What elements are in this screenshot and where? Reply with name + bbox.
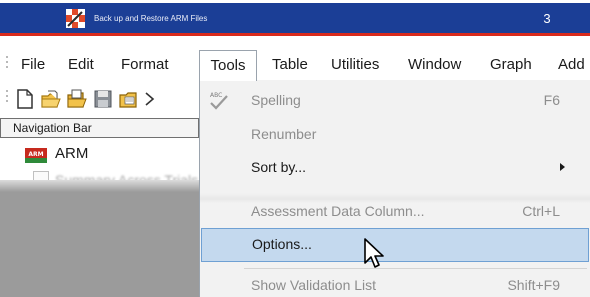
navigation-bar-header: Navigation Bar: [0, 118, 199, 138]
menu-tools[interactable]: Tools: [199, 50, 257, 81]
menu-table[interactable]: Table: [272, 50, 308, 80]
menu-item-spelling[interactable]: ABC Spelling F6: [200, 84, 590, 118]
banner-red-stripe: [0, 33, 590, 36]
menu-item-spelling-shortcut: F6: [543, 92, 560, 108]
menu-file[interactable]: File: [21, 50, 45, 80]
overflow-chevron-icon[interactable]: [143, 88, 157, 110]
arm-logo-icon: ARM: [25, 148, 47, 163]
navigation-bar-fade: [0, 180, 199, 192]
menu-item-assessment-data-column[interactable]: Assessment Data Column... Ctrl+L: [200, 195, 590, 229]
arm-checkered-logo-icon: [66, 9, 85, 28]
navigation-bar-panel: Navigation Bar ARM ARM Summary Across Tr…: [0, 118, 199, 297]
menu-item-renumber[interactable]: Renumber: [200, 118, 590, 152]
menu-item-show-validation-list-shortcut: Shift+F9: [507, 277, 560, 293]
menu-graph[interactable]: Graph: [490, 50, 532, 80]
menu-item-show-validation-list[interactable]: Show Validation List Shift+F9: [200, 269, 590, 297]
yellow-folder-icon[interactable]: [118, 88, 140, 110]
document-icon: [33, 171, 49, 180]
banner-blue-stripe: [0, 3, 590, 33]
svg-text:ABC: ABC: [210, 92, 222, 99]
menu-item-options[interactable]: Options...: [201, 228, 589, 262]
submenu-arrow-icon: [560, 163, 565, 171]
spellcheck-icon: ABC: [210, 92, 228, 110]
menu-bar: File Edit Format Tools Table Utilities W…: [0, 50, 590, 81]
toolbar-grip-icon: [5, 90, 9, 105]
menu-item-assessment-data-column-shortcut: Ctrl+L: [522, 203, 560, 219]
menu-tools-label: Tools: [210, 57, 246, 74]
open-folder-alt-icon[interactable]: [66, 88, 88, 110]
menu-item-show-validation-list-label: Show Validation List: [251, 277, 377, 293]
menu-item-options-label: Options...: [252, 236, 312, 252]
mouse-pointer-icon: [364, 238, 384, 268]
tools-dropdown-menu: ABC Spelling F6 Renumber Sort by... Asse…: [199, 80, 590, 297]
menu-edit[interactable]: Edit: [68, 50, 94, 80]
banner-title: Back up and Restore ARM Files: [94, 14, 208, 23]
open-folder-icon[interactable]: [40, 88, 62, 110]
banner-step-number: 3: [543, 11, 551, 26]
menu-add[interactable]: Add: [558, 50, 585, 80]
menu-item-renumber-label: Renumber: [251, 126, 317, 142]
workspace-background: [0, 192, 199, 297]
menu-window[interactable]: Window: [408, 50, 461, 80]
menu-format[interactable]: Format: [121, 50, 169, 80]
menu-utilities[interactable]: Utilities: [331, 50, 379, 80]
menubar-grip-icon: [5, 56, 9, 71]
save-icon[interactable]: [92, 88, 114, 110]
menu-item-assessment-data-column-label: Assessment Data Column...: [251, 203, 425, 219]
video-title-banner: Back up and Restore ARM Files 3: [0, 0, 590, 38]
menu-item-spelling-label: Spelling: [251, 92, 301, 108]
toolbar: [0, 84, 200, 114]
svg-text:ARM: ARM: [28, 151, 43, 158]
menu-item-sort-by-label: Sort by...: [251, 159, 306, 175]
navigation-bar-list: ARM ARM Summary Across Trials: [0, 138, 199, 180]
nav-item-arm[interactable]: ARM: [55, 145, 88, 162]
new-document-icon[interactable]: [14, 88, 36, 110]
menu-item-sort-by[interactable]: Sort by...: [200, 151, 590, 185]
nav-item-summary-across-trials[interactable]: Summary Across Trials: [55, 172, 198, 180]
